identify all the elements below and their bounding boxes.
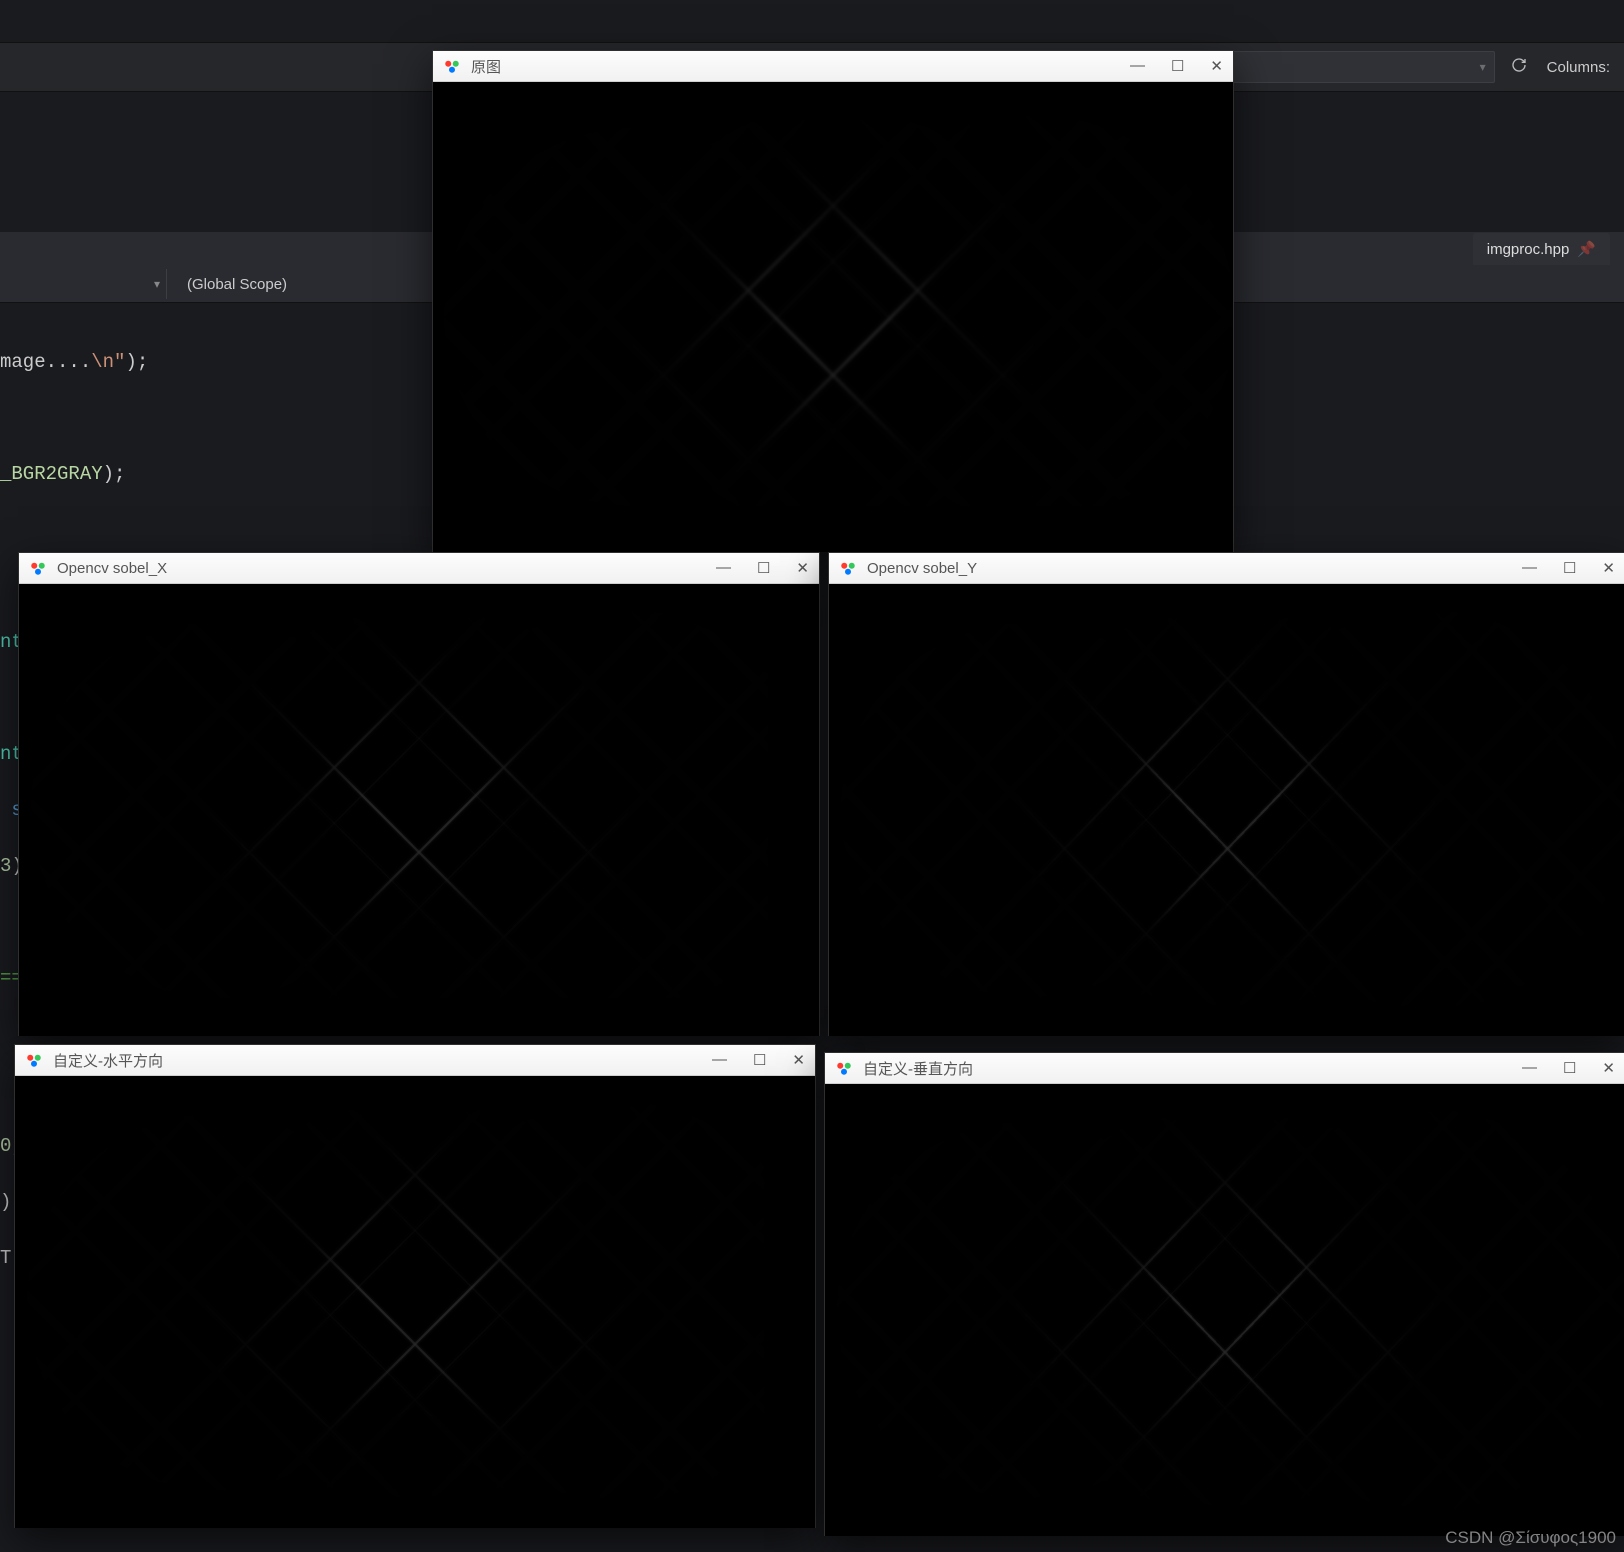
window-title: Opencv sobel_X [57,560,706,577]
titlebar[interactable]: 原图 — ☐ ✕ [433,51,1233,82]
image-content [19,584,819,1036]
toolbar-dropdown[interactable]: ▾ [1197,51,1495,83]
minimize-icon[interactable]: — [1130,57,1145,75]
window-sobel-x[interactable]: Opencv sobel_X — ☐ ✕ [18,552,820,1036]
scope-dropdown-left[interactable]: ▾ [0,269,167,299]
close-icon[interactable]: ✕ [1602,559,1615,577]
tab-label: imgproc.hpp [1487,241,1570,258]
refresh-icon[interactable] [1511,57,1531,77]
maximize-icon[interactable]: ☐ [1563,1059,1576,1077]
code-line: _BGR2GRAY); [0,460,440,488]
close-icon[interactable]: ✕ [792,1051,805,1069]
maximize-icon[interactable]: ☐ [1171,57,1184,75]
opencv-icon [25,1051,43,1069]
image-content [829,584,1624,1036]
window-sobel-y[interactable]: Opencv sobel_Y — ☐ ✕ [828,552,1624,1036]
chevron-down-icon: ▾ [154,277,160,291]
titlebar[interactable]: 自定义-水平方向 — ☐ ✕ [15,1045,815,1076]
watermark: CSDN @Σίσυφος1900 [1445,1528,1616,1548]
window-title: 自定义-水平方向 [53,1050,702,1071]
code-line [0,516,440,544]
window-custom-vertical[interactable]: 自定义-垂直方向 — ☐ ✕ [824,1052,1624,1536]
window-custom-horizontal[interactable]: 自定义-水平方向 — ☐ ✕ [14,1044,816,1528]
opencv-icon [835,1059,853,1077]
close-icon[interactable]: ✕ [1602,1059,1615,1077]
minimize-icon[interactable]: — [1522,1059,1537,1077]
close-icon[interactable]: ✕ [1210,57,1223,75]
image-content [15,1076,815,1528]
maximize-icon[interactable]: ☐ [1563,559,1576,577]
window-title: 自定义-垂直方向 [863,1058,1512,1079]
window-original[interactable]: 原图 — ☐ ✕ [432,50,1234,552]
maximize-icon[interactable]: ☐ [757,559,770,577]
code-line [0,404,440,432]
window-title: 原图 [471,56,1120,77]
opencv-icon [443,57,461,75]
opencv-icon [839,559,857,577]
minimize-icon[interactable]: — [712,1051,727,1069]
columns-label: Columns: [1547,59,1610,76]
opencv-icon [29,559,47,577]
pin-icon: 📌 [1577,240,1596,258]
titlebar[interactable]: Opencv sobel_Y — ☐ ✕ [829,553,1624,584]
code-line: mage....\n"); [0,348,440,376]
scope-label[interactable]: (Global Scope) [167,276,307,293]
maximize-icon[interactable]: ☐ [753,1051,766,1069]
titlebar[interactable]: 自定义-垂直方向 — ☐ ✕ [825,1053,1624,1084]
image-content [825,1084,1624,1536]
image-content [433,82,1233,552]
close-icon[interactable]: ✕ [796,559,809,577]
titlebar[interactable]: Opencv sobel_X — ☐ ✕ [19,553,819,584]
window-title: Opencv sobel_Y [867,560,1512,577]
tab-imgproc[interactable]: imgproc.hpp 📌 [1473,233,1610,265]
minimize-icon[interactable]: — [1522,559,1537,577]
minimize-icon[interactable]: — [716,559,731,577]
chevron-down-icon: ▾ [1480,60,1486,74]
